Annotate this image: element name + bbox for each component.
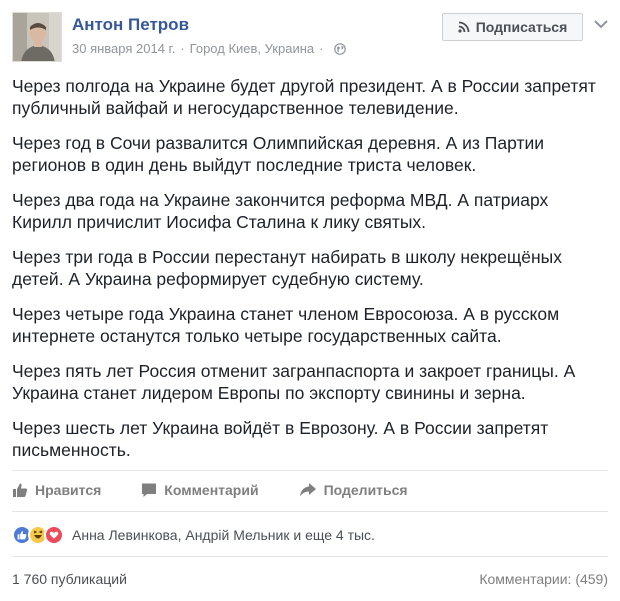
- comment-button[interactable]: Комментарий: [141, 482, 259, 498]
- comment-label: Комментарий: [164, 482, 259, 498]
- share-icon: [299, 483, 316, 497]
- divider: [12, 470, 608, 471]
- post-actions: Нравится Комментарий Поделиться: [12, 472, 608, 508]
- divider: [12, 556, 608, 557]
- subscribe-button[interactable]: Подписаться: [442, 13, 583, 41]
- chevron-down-icon[interactable]: [594, 16, 608, 29]
- post-location[interactable]: Город Киев, Украина: [190, 41, 314, 56]
- facebook-post: Антон Петров 30 января 2014 г. · Город К…: [0, 0, 620, 601]
- post-header: Антон Петров 30 января 2014 г. · Город К…: [12, 12, 608, 64]
- post-paragraph: Через год в Сочи развалится Олимпийская …: [12, 133, 545, 175]
- post-paragraph: Через четыре года Украина станет членом …: [12, 304, 560, 346]
- globe-icon[interactable]: [334, 42, 347, 55]
- post-paragraph: Через шесть лет Украина войдёт в Еврозон…: [12, 418, 549, 460]
- comments-count[interactable]: Комментарии: (459): [479, 571, 608, 587]
- shares-count[interactable]: 1 760 публикаций: [12, 571, 127, 587]
- reactions-summary[interactable]: Анна Левинкова, Андрій Мельник и еще 4 т…: [12, 520, 375, 550]
- thumbs-up-icon: [13, 483, 28, 497]
- love-reaction-icon: [44, 525, 64, 545]
- author-name[interactable]: Антон Петров: [72, 15, 189, 35]
- meta-separator: ·: [319, 41, 324, 56]
- post-date[interactable]: 30 января 2014 г.: [72, 41, 175, 56]
- avatar[interactable]: [12, 12, 62, 62]
- post-paragraph: Через два года на Украине закончится реф…: [12, 190, 549, 232]
- like-button[interactable]: Нравится: [12, 482, 101, 498]
- subscribe-label: Подписаться: [475, 19, 568, 35]
- comment-icon: [142, 483, 157, 497]
- reaction-icons: [12, 525, 64, 545]
- post-paragraph: Через пять лет Россия отменит загранпасп…: [12, 361, 576, 403]
- post-paragraph: Через полгода на Украине будет другой пр…: [12, 76, 596, 118]
- reaction-names[interactable]: Анна Левинкова, Андрій Мельник и еще 4 т…: [72, 527, 375, 543]
- share-label: Поделиться: [323, 482, 408, 498]
- divider: [12, 511, 608, 512]
- post-paragraph: Через три года в России перестанут набир…: [12, 247, 563, 289]
- post-text: Через полгода на Украине будет другой пр…: [12, 75, 608, 474]
- post-meta: 30 января 2014 г. · Город Киев, Украина …: [72, 41, 347, 56]
- post-footer: 1 760 публикаций Комментарии: (459): [12, 567, 608, 591]
- like-label: Нравится: [35, 482, 102, 498]
- share-button[interactable]: Поделиться: [299, 482, 408, 498]
- rss-icon: [458, 21, 470, 33]
- meta-separator: ·: [180, 41, 185, 56]
